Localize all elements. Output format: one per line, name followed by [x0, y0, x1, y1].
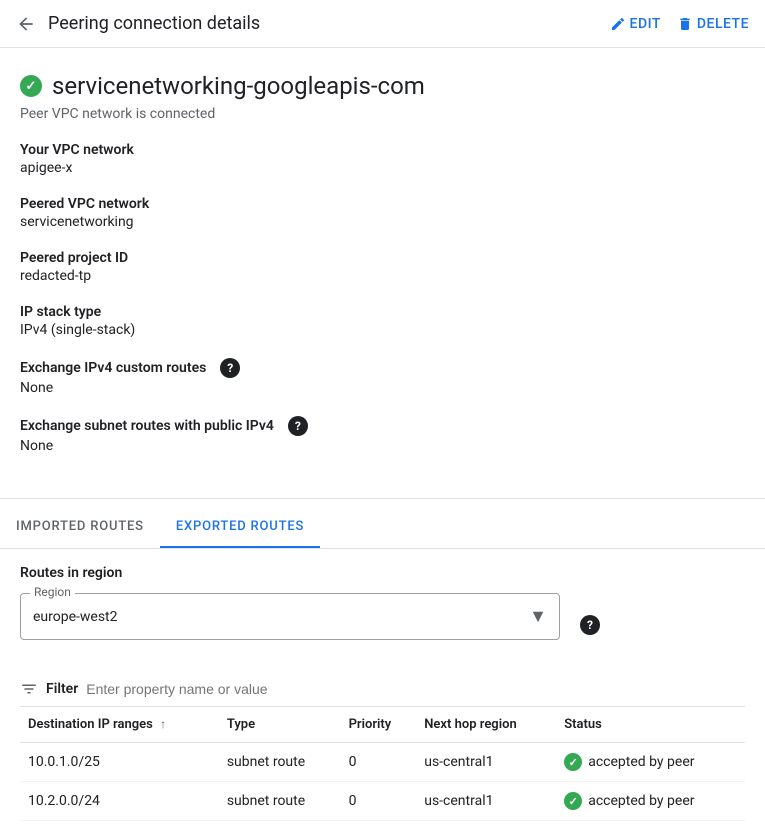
ip-stack-label: IP stack type	[20, 304, 745, 320]
col-priority: Priority	[341, 707, 417, 743]
region-help-icon[interactable]: ?	[580, 615, 600, 635]
header-actions: EDIT DELETE	[610, 16, 749, 32]
sort-icon[interactable]: ↑	[160, 717, 166, 731]
filter-input[interactable]	[86, 681, 745, 697]
content: ✓ servicenetworking-googleapis-com Peer …	[0, 48, 765, 498]
filter-icon	[20, 680, 38, 698]
status-cell-1: ✓ accepted by peer	[564, 753, 737, 771]
edit-button[interactable]: EDIT	[610, 16, 661, 32]
filter-label: Filter	[46, 681, 78, 697]
status-text-1: accepted by peer	[588, 754, 694, 770]
divider	[0, 498, 765, 499]
exchange-ipv4-help-icon[interactable]: ?	[220, 358, 240, 378]
ip-stack-value: IPv4 (single-stack)	[20, 322, 745, 338]
page-title: Peering connection details	[48, 13, 610, 34]
status-cell-2: ✓ accepted by peer	[564, 792, 737, 810]
cell-priority-2: 0	[341, 782, 417, 821]
peered-project-section: Peered project ID redacted-tp	[20, 250, 745, 284]
exchange-subnet-help-icon[interactable]: ?	[288, 416, 308, 436]
peered-project-label: Peered project ID	[20, 250, 745, 266]
cell-status-1: ✓ accepted by peer	[556, 743, 745, 782]
status-check-icon-1: ✓	[564, 753, 582, 771]
cell-priority-1: 0	[341, 743, 417, 782]
peered-vpc-value: servicenetworking	[20, 214, 745, 230]
cell-status-2: ✓ accepted by peer	[556, 782, 745, 821]
table-body: 10.0.1.0/25 subnet route 0 us-central1 ✓…	[20, 743, 745, 821]
service-status-text: Peer VPC network is connected	[20, 106, 745, 122]
exchange-ipv4-section: Exchange IPv4 custom routes ? None	[20, 358, 745, 396]
tabs-container: IMPORTED ROUTES EXPORTED ROUTES	[0, 507, 765, 549]
ip-stack-section: IP stack type IPv4 (single-stack)	[20, 304, 745, 338]
your-vpc-label: Your VPC network	[20, 142, 745, 158]
routes-table: Destination IP ranges ↑ Type Priority Ne…	[20, 707, 745, 821]
exchange-subnet-value: None	[20, 438, 745, 454]
tab-exported-routes[interactable]: EXPORTED ROUTES	[160, 507, 320, 548]
exchange-subnet-label-row: Exchange subnet routes with public IPv4 …	[20, 416, 745, 436]
service-name: servicenetworking-googleapis-com	[52, 72, 425, 100]
service-name-row: ✓ servicenetworking-googleapis-com	[20, 72, 745, 100]
service-status-icon: ✓	[20, 75, 42, 97]
exchange-ipv4-label-row: Exchange IPv4 custom routes ?	[20, 358, 745, 378]
col-destination: Destination IP ranges ↑	[20, 707, 219, 743]
back-button[interactable]	[16, 14, 36, 34]
peered-vpc-section: Peered VPC network servicenetworking	[20, 196, 745, 230]
region-value: europe-west2	[33, 609, 118, 625]
status-check-icon-2: ✓	[564, 792, 582, 810]
table-header-row: Destination IP ranges ↑ Type Priority Ne…	[20, 707, 745, 743]
routes-content: Routes in region Region europe-west2 ▼ ?	[20, 549, 745, 837]
cell-type-1: subnet route	[219, 743, 341, 782]
chevron-down-icon: ▼	[529, 606, 547, 627]
routes-in-region-title: Routes in region	[20, 565, 745, 581]
col-status: Status	[556, 707, 745, 743]
tab-imported-routes[interactable]: IMPORTED ROUTES	[0, 507, 160, 548]
table-header: Destination IP ranges ↑ Type Priority Ne…	[20, 707, 745, 743]
region-row: Region europe-west2 ▼ ?	[20, 593, 745, 656]
peered-vpc-label: Peered VPC network	[20, 196, 745, 212]
peered-project-value: redacted-tp	[20, 268, 745, 284]
your-vpc-section: Your VPC network apigee-x	[20, 142, 745, 176]
exchange-subnet-section: Exchange subnet routes with public IPv4 …	[20, 416, 745, 454]
routes-section: Routes in region Region europe-west2 ▼ ?	[0, 549, 765, 837]
cell-nexthop-2: us-central1	[416, 782, 556, 821]
status-text-2: accepted by peer	[588, 793, 694, 809]
delete-button[interactable]: DELETE	[677, 16, 749, 32]
region-label: Region	[30, 585, 75, 599]
cell-nexthop-1: us-central1	[416, 743, 556, 782]
col-next-hop: Next hop region	[416, 707, 556, 743]
cell-type-2: subnet route	[219, 782, 341, 821]
table-row: 10.0.1.0/25 subnet route 0 us-central1 ✓…	[20, 743, 745, 782]
region-controls: ▼	[529, 606, 547, 627]
region-select[interactable]: europe-west2 ▼	[20, 593, 560, 640]
cell-destination-2: 10.2.0.0/24	[20, 782, 219, 821]
region-selector-wrapper: Region europe-west2 ▼	[20, 593, 560, 640]
filter-bar: Filter	[20, 672, 745, 707]
your-vpc-value: apigee-x	[20, 160, 745, 176]
table-row: 10.2.0.0/24 subnet route 0 us-central1 ✓…	[20, 782, 745, 821]
cell-destination-1: 10.0.1.0/25	[20, 743, 219, 782]
exchange-ipv4-value: None	[20, 380, 745, 396]
header: Peering connection details EDIT DELETE	[0, 0, 765, 48]
col-type: Type	[219, 707, 341, 743]
